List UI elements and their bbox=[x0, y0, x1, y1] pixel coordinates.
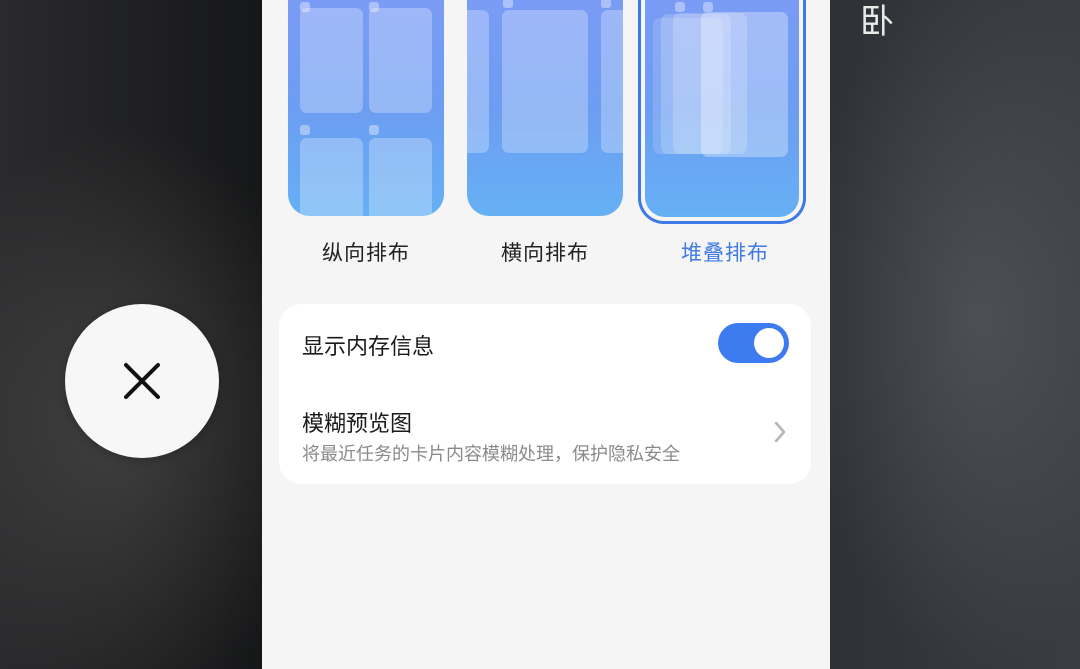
layout-option-horizontal[interactable]: 横向排布 bbox=[452, 0, 642, 270]
layout-label-horizontal: 横向排布 bbox=[501, 241, 589, 265]
settings-card: 显示内存信息 模糊预览图 将最近任务的卡片内容模糊处理，保护隐私安全 bbox=[279, 304, 811, 484]
show-memory-row[interactable]: 显示内存信息 bbox=[279, 304, 811, 384]
background-text: 卧 bbox=[860, 2, 894, 42]
chevron-right-icon bbox=[774, 421, 786, 443]
blur-preview-row[interactable]: 模糊预览图 将最近任务的卡片内容模糊处理，保护隐私安全 bbox=[279, 384, 811, 484]
layout-label-stacked: 堆叠排布 bbox=[681, 241, 769, 265]
blur-preview-description: 将最近任务的卡片内容模糊处理，保护隐私安全 bbox=[302, 444, 680, 465]
blur-preview-label: 模糊预览图 bbox=[302, 412, 413, 437]
toggle-knob bbox=[754, 328, 784, 358]
close-button[interactable] bbox=[65, 304, 219, 458]
layout-option-vertical[interactable]: 纵向排布 bbox=[262, 0, 462, 270]
show-memory-toggle[interactable] bbox=[718, 323, 789, 363]
show-memory-label: 显示内存信息 bbox=[302, 335, 435, 360]
horizontal-layout-preview bbox=[467, 0, 623, 216]
close-icon bbox=[124, 363, 160, 399]
layout-label-vertical: 纵向排布 bbox=[322, 241, 410, 265]
layout-option-stacked[interactable]: 堆叠排布 bbox=[632, 0, 830, 270]
vertical-layout-preview bbox=[288, 0, 444, 216]
stacked-layout-preview bbox=[645, 0, 799, 217]
